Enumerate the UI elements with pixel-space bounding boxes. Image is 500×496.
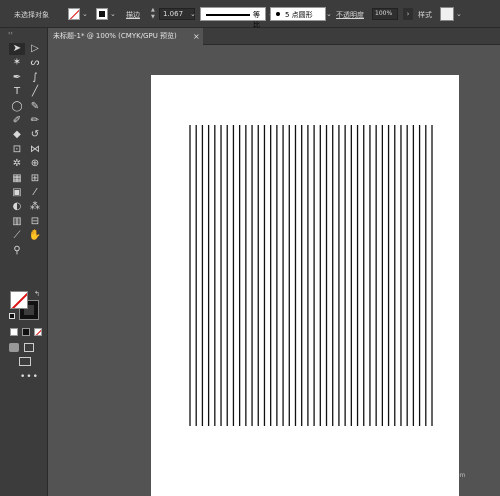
- artboard-icon[interactable]: ⊟: [27, 216, 43, 228]
- perspective-grid-icon[interactable]: ▦: [9, 173, 25, 185]
- graphic-style-swatch[interactable]: [440, 7, 454, 21]
- illustrator-window: 未选择对象 ⌄ ⌄ 描边 ▲▼ 1.067 ⌄ 等比 ⌄ 5 点圆形 ⌄ 不透明…: [0, 0, 500, 496]
- brush-label: 5 点圆形: [285, 11, 313, 19]
- tools-panel: ‹‹ ➤ ▷ ✶ ᔕ ✒ ∫ T ╱ ◯ ✎ ✐ ✏ ◆ ↺ ⊡ ⋈ ✲ ⊕ ▦ ⊞ ▣ ⁄ ◐ ⁂ ▥ ⊟ ⟋ ✋ ⚲ ↰ •••: [0, 28, 48, 496]
- zoom-icon[interactable]: ⚲: [9, 245, 25, 257]
- puppet-warp-icon[interactable]: ✲: [9, 158, 25, 170]
- profile-label: 等比: [253, 11, 260, 29]
- opacity-arrow-icon[interactable]: ›: [403, 8, 413, 20]
- screen-mode-icon[interactable]: [19, 357, 31, 366]
- canvas-area[interactable]: [48, 45, 500, 496]
- close-tab-icon[interactable]: ×: [193, 28, 200, 45]
- vertical-lines-artwork[interactable]: [188, 125, 434, 426]
- blob-brush-icon[interactable]: ✏: [27, 115, 43, 127]
- fill-dropdown-icon[interactable]: ⌄: [82, 8, 90, 20]
- none-mode-icon[interactable]: [34, 328, 42, 336]
- rotate-icon[interactable]: ↺: [27, 129, 43, 141]
- document-tab-bar: 未标题-1* @ 100% (CMYK/GPU 预览) ×: [48, 28, 500, 45]
- opacity-label[interactable]: 不透明度: [336, 10, 364, 20]
- control-bar: 未选择对象 ⌄ ⌄ 描边 ▲▼ 1.067 ⌄ 等比 ⌄ 5 点圆形 ⌄ 不透明…: [0, 0, 500, 29]
- brush-dot-icon: [276, 12, 280, 16]
- profile-preview-line: [206, 14, 250, 16]
- variable-width-profile[interactable]: 等比: [200, 7, 266, 29]
- stroke-weight-dropdown-icon[interactable]: ⌄: [190, 8, 198, 20]
- gradient-icon[interactable]: ▣: [9, 187, 25, 199]
- shape-builder-icon[interactable]: ⊕: [27, 158, 43, 170]
- blend-icon[interactable]: ◐: [9, 201, 25, 213]
- type-icon[interactable]: T: [9, 86, 25, 98]
- ellipse-icon[interactable]: ◯: [9, 101, 25, 113]
- selection-icon[interactable]: ➤: [9, 43, 25, 55]
- opacity-field[interactable]: 100%: [372, 8, 398, 20]
- eraser-icon[interactable]: ◆: [9, 129, 25, 141]
- shaper-icon[interactable]: ✐: [9, 115, 25, 127]
- artboard[interactable]: [151, 75, 459, 496]
- hand-icon[interactable]: ✋: [27, 230, 43, 242]
- draw-behind-icon[interactable]: [24, 343, 34, 352]
- swap-fill-stroke-icon[interactable]: ↰: [34, 290, 40, 298]
- color-mode-icon[interactable]: [10, 328, 18, 336]
- document-tab-title: 未标题-1* @ 100% (CMYK/GPU 预览): [53, 32, 177, 40]
- lasso-icon[interactable]: ᔕ: [27, 57, 43, 69]
- stroke-spinner-icon[interactable]: ▲ ▼: [151, 7, 157, 21]
- slice-icon[interactable]: ⟋: [9, 230, 25, 242]
- symbol-sprayer-icon[interactable]: ⁂: [27, 201, 43, 213]
- watermark-url: jingyan.baidu.com: [410, 472, 466, 479]
- selection-status: 未选择对象: [14, 11, 49, 19]
- watermark-logo: Bai 经验: [392, 455, 450, 471]
- collapse-panel-icon[interactable]: ‹‹: [8, 30, 13, 37]
- magic-wand-icon[interactable]: ✶: [9, 57, 25, 69]
- edit-toolbar-icon[interactable]: •••: [20, 372, 39, 382]
- style-dropdown-icon[interactable]: ⌄: [456, 8, 464, 20]
- curvature-icon[interactable]: ∫: [27, 72, 43, 84]
- paintbrush-icon[interactable]: ✎: [27, 101, 43, 113]
- eyedropper-icon[interactable]: ⁄: [27, 187, 43, 199]
- stroke-swatch[interactable]: [96, 8, 108, 20]
- column-graph-icon[interactable]: ▥: [9, 216, 25, 228]
- mesh-icon[interactable]: ⊞: [27, 173, 43, 185]
- direct-selection-icon[interactable]: ▷: [27, 43, 43, 55]
- scale-icon[interactable]: ⊡: [9, 144, 25, 156]
- brush-definition[interactable]: 5 点圆形: [270, 7, 326, 21]
- stroke-label[interactable]: 描边: [126, 10, 140, 20]
- line-segment-icon[interactable]: ╱: [27, 86, 43, 98]
- document-tab[interactable]: 未标题-1* @ 100% (CMYK/GPU 预览) ×: [48, 28, 203, 45]
- default-colors-icon[interactable]: [9, 313, 15, 319]
- brush-dropdown-icon[interactable]: ⌄: [326, 8, 334, 20]
- fill-color-box[interactable]: [10, 291, 28, 309]
- fill-swatch[interactable]: [68, 8, 80, 20]
- gradient-mode-icon[interactable]: [22, 328, 30, 336]
- draw-normal-icon[interactable]: [9, 343, 19, 352]
- width-icon[interactable]: ⋈: [27, 144, 43, 156]
- pen-icon[interactable]: ✒: [9, 72, 25, 84]
- style-label: 样式: [418, 11, 432, 19]
- stroke-dropdown-icon[interactable]: ⌄: [110, 8, 118, 20]
